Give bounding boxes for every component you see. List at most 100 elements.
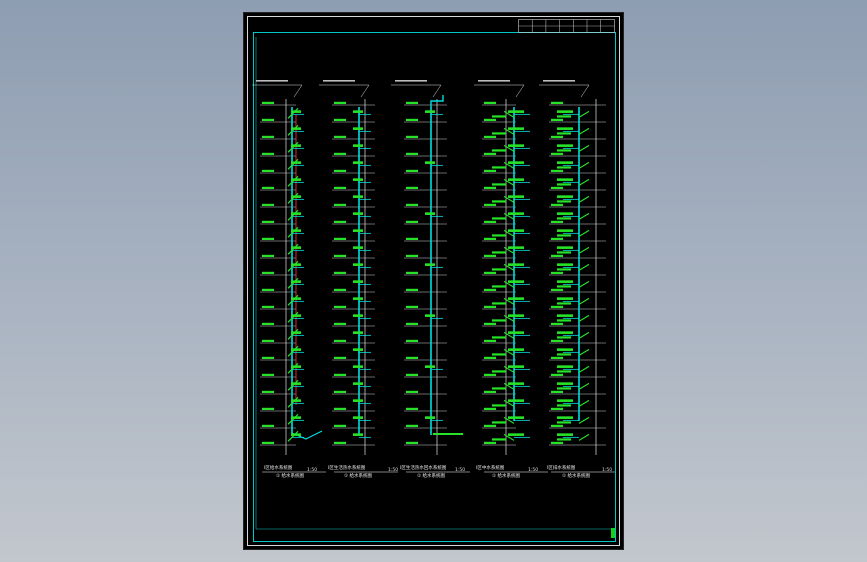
diagram-1-level-tag xyxy=(262,356,274,359)
diagram-1-leader-arrow xyxy=(293,84,303,98)
diagram-1-diagonal-fitting xyxy=(287,311,299,323)
diagram-1-diagonal-fitting xyxy=(287,107,299,119)
diagram-5-fixture-label xyxy=(557,433,573,436)
diagram-1-diagonal-fitting xyxy=(287,396,299,408)
diagram-4-fixture-label xyxy=(508,348,524,351)
diagram-4-fixture-label xyxy=(508,399,524,402)
diagram-1-caption: Ⅰ区给水系统图 xyxy=(264,466,293,471)
diagram-5-fixture-label xyxy=(557,302,571,305)
diagram-4-fixture-label xyxy=(492,438,506,441)
diagram-5-diagonal-fitting xyxy=(578,144,590,152)
diagram-5-fixture-label xyxy=(557,421,571,424)
diagram-3-level-tag xyxy=(406,390,418,393)
diagram-1-diagonal-fitting xyxy=(287,158,299,170)
diagram-1-level-tag xyxy=(262,390,274,393)
diagram-1-level-tag xyxy=(262,271,274,274)
diagram-5-level-tag xyxy=(551,135,563,138)
diagram-3-level-tag xyxy=(406,339,418,342)
diagram-5-diagonal-fitting xyxy=(578,331,590,339)
diagram-1-diagonal-fitting xyxy=(287,379,299,391)
diagram-5-subcaption: ① 给水系统图 xyxy=(562,474,590,479)
diagram-2-level-tag xyxy=(334,237,346,240)
diagram-4-fixture-label xyxy=(492,115,506,118)
diagram-3-fixture-label xyxy=(425,212,435,215)
diagram-4-fixture-label xyxy=(508,127,524,130)
diagram-1-level-tag xyxy=(262,373,274,376)
diagram-5-diagonal-fitting xyxy=(578,178,590,186)
diagram-5-level-tag xyxy=(551,373,563,376)
diagram-1-level-tag xyxy=(262,186,274,189)
diagram-5-level-tag xyxy=(551,118,563,121)
diagram-5-leader-text-mark xyxy=(543,80,575,82)
diagram-1-diagonal-fitting xyxy=(287,345,299,357)
diagram-5-level-tag xyxy=(551,407,563,410)
diagram-5-level-tag xyxy=(551,390,563,393)
diagram-5-diagonal-fitting xyxy=(578,433,590,441)
diagram-4-fixture-label xyxy=(492,251,506,254)
diagram-5-diagonal-fitting xyxy=(578,229,590,237)
diagram-1-level-tag xyxy=(262,220,274,223)
diagram-2-fixture-label xyxy=(353,331,363,334)
diagram-5-level-tag xyxy=(551,152,563,155)
diagram-2-fixture-label xyxy=(353,348,363,351)
diagram-4-fixture-label xyxy=(492,285,506,288)
diagram-2-level-tag xyxy=(334,152,346,155)
diagram-1-diagonal-fitting xyxy=(287,294,299,306)
diagram-5-diagonal-fitting xyxy=(578,416,590,424)
diagram-1-level-tag xyxy=(262,203,274,206)
diagram-4-level-tag xyxy=(484,118,496,121)
diagram-4-fixture-label xyxy=(492,132,506,135)
diagram-5-level-tag xyxy=(551,203,563,206)
diagram-2-level-tag xyxy=(334,441,346,444)
diagram-5-fixture-label xyxy=(557,195,573,198)
diagram-4-level-tag xyxy=(484,356,496,359)
diagram-1-level-tag xyxy=(262,169,274,172)
diagram-5-level-tag xyxy=(551,356,563,359)
diagram-2-fixture-label xyxy=(353,144,363,147)
diagram-2-level-tag xyxy=(334,390,346,393)
diagram-3-level-tag xyxy=(406,407,418,410)
diagram-5-fixture-label xyxy=(557,404,571,407)
diagram-1-diagonal-fitting xyxy=(287,328,299,340)
diagram-1-diagonal-fitting xyxy=(287,362,299,374)
diagram-5-fixture-label xyxy=(557,280,573,283)
diagram-4-fixture-label xyxy=(508,280,524,283)
diagram-3-subcaption: ① 给水系统图 xyxy=(417,474,445,479)
diagram-5-fixture-label xyxy=(557,336,571,339)
diagram-2-fixture-label xyxy=(353,382,363,385)
diagram-4-fixture-label xyxy=(508,416,524,419)
diagram-4-leader-arrow xyxy=(515,84,525,98)
diagram-5-fixture-label xyxy=(557,200,571,203)
diagram-3-fixture-label xyxy=(425,365,435,368)
diagram-4-fixture-label xyxy=(508,144,524,147)
diagram-4-fixture-label xyxy=(508,263,524,266)
diagram-3-level-tag xyxy=(406,322,418,325)
diagram-5-level-tag xyxy=(551,237,563,240)
diagram-4-level-tag xyxy=(484,271,496,274)
diagram-1-subcaption: ① 给水系统图 xyxy=(276,474,304,479)
diagram-4-fixture-label xyxy=(492,387,506,390)
diagram-2-fixture-label xyxy=(353,399,363,402)
diagram-5-fixture-label xyxy=(557,229,573,232)
diagram-2-caption: Ⅰ区生活热水系统图 xyxy=(328,466,366,471)
diagram-5-level-tag xyxy=(551,322,563,325)
diagram-3-level-tag xyxy=(406,356,418,359)
diagram-4-level-tag xyxy=(484,322,496,325)
diagram-4-fixture-label xyxy=(492,149,506,152)
diagram-1-diagonal-fitting xyxy=(287,209,299,221)
diagram-4-fixture-label xyxy=(492,183,506,186)
diagram-5-fixture-label xyxy=(557,387,571,390)
diagram-1-diagonal-fitting xyxy=(287,413,299,425)
diagram-5-fixture-label xyxy=(557,246,573,249)
diagram-5-fixture-label xyxy=(557,183,571,186)
diagram-3-fixture-label xyxy=(425,416,435,419)
diagram-1-level-tag xyxy=(262,237,274,240)
diagram-3-fixture-label xyxy=(425,110,435,113)
diagram-4-scale: 1:50 xyxy=(528,468,539,473)
diagram-4-fixture-label xyxy=(508,110,524,113)
diagram-2-leader-text-mark xyxy=(323,80,355,82)
diagram-4-level-tag xyxy=(484,373,496,376)
diagram-4-fixture-label xyxy=(492,370,506,373)
diagram-4-level-tag xyxy=(484,390,496,393)
diagram-4-fixture-label xyxy=(492,336,506,339)
